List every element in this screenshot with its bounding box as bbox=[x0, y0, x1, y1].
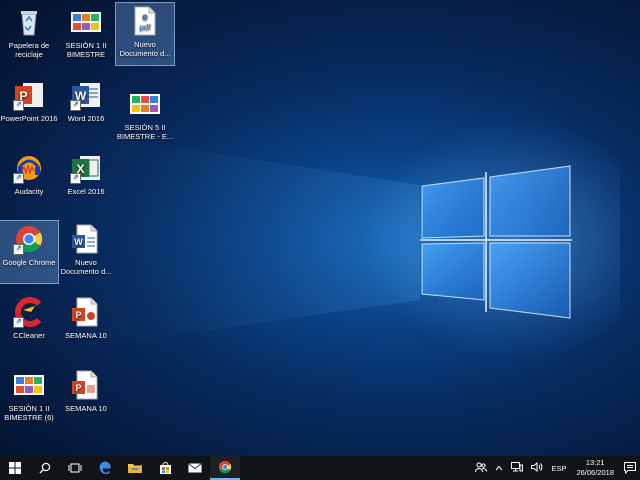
powerpoint-file-icon: P bbox=[70, 296, 102, 328]
desktop-icon-semana-10-b[interactable]: P SEMANA 10 bbox=[57, 367, 115, 429]
desktop-icon-sesion-5[interactable]: SESIÓN 5 II BIMESTRE - E... bbox=[116, 86, 174, 148]
task-view-icon bbox=[68, 463, 82, 473]
volume-icon bbox=[531, 461, 543, 473]
network-icon bbox=[511, 462, 524, 472]
audacity-icon: ↗ bbox=[13, 152, 45, 184]
desktop-icon-google-chrome[interactable]: ↗ Google Chrome bbox=[0, 220, 59, 284]
network-button[interactable] bbox=[507, 462, 527, 474]
desktop-icon-sesion-1[interactable]: SESIÓN 1 II BIMESTRE bbox=[57, 4, 115, 66]
task-view-button[interactable] bbox=[60, 456, 90, 480]
desktop-icon-excel[interactable]: X ↗ Excel 2016 bbox=[57, 150, 115, 212]
image-file-icon bbox=[13, 369, 45, 401]
word-document-icon: W bbox=[70, 223, 102, 255]
ccleaner-icon: ↗ bbox=[13, 296, 45, 328]
svg-text:P: P bbox=[75, 383, 81, 393]
chrome-taskbar-button[interactable] bbox=[210, 456, 240, 480]
desktop-icon-sesion-1-6[interactable]: SESIÓN 1 II BIMESTRE (6) bbox=[0, 367, 58, 429]
people-icon bbox=[475, 462, 488, 473]
powerpoint-icon: P ↗ bbox=[13, 79, 45, 111]
svg-text:pdf: pdf bbox=[139, 23, 151, 32]
mail-icon bbox=[188, 463, 202, 473]
desktop-icon-nuevo-documento-word[interactable]: W Nuevo Documento d... bbox=[57, 221, 115, 283]
word-icon: W ↗ bbox=[70, 79, 102, 111]
store-button[interactable] bbox=[150, 456, 180, 480]
chrome-icon: ↗ bbox=[13, 223, 45, 255]
search-button[interactable] bbox=[30, 456, 60, 480]
desktop-icon-powerpoint[interactable]: P ↗ PowerPoint 2016 bbox=[0, 77, 58, 139]
clock-time: 13:21 bbox=[585, 458, 605, 467]
notification-icon bbox=[624, 462, 636, 474]
start-button[interactable] bbox=[0, 456, 30, 480]
pdf-file-icon: e pdf bbox=[129, 5, 161, 37]
desktop-icon-word[interactable]: W ↗ Word 2016 bbox=[57, 77, 115, 139]
desktop-icon-nuevo-documento-pdf[interactable]: e pdf Nuevo Documento d... bbox=[115, 2, 175, 66]
recycle-bin-icon bbox=[13, 6, 45, 38]
action-center-button[interactable] bbox=[620, 456, 640, 480]
volume-button[interactable] bbox=[527, 461, 547, 474]
desktop-icon-audacity[interactable]: ↗ Audacity bbox=[0, 150, 58, 212]
clock[interactable]: 13:21 26/06/2018 bbox=[570, 458, 620, 478]
edge-icon bbox=[99, 461, 111, 475]
store-icon bbox=[159, 461, 171, 474]
desktop-icon-semana-10-a[interactable]: P SEMANA 10 bbox=[57, 294, 115, 356]
mail-button[interactable] bbox=[180, 456, 210, 480]
desktop-icon-ccleaner[interactable]: ↗ CCleaner bbox=[0, 294, 58, 356]
clock-date: 26/06/2018 bbox=[576, 468, 614, 477]
system-tray: ESP 13:21 26/06/2018 bbox=[471, 456, 640, 480]
start-icon bbox=[9, 462, 21, 474]
svg-text:W: W bbox=[74, 237, 83, 247]
svg-text:e: e bbox=[142, 12, 148, 23]
desktop-icon-recycle-bin[interactable]: Papelera de reciclaje bbox=[0, 4, 58, 66]
people-button[interactable] bbox=[471, 461, 491, 475]
image-file-icon bbox=[70, 6, 102, 38]
chevron-up-icon bbox=[496, 465, 503, 470]
file-explorer-button[interactable] bbox=[120, 456, 150, 480]
image-file-icon bbox=[129, 88, 161, 120]
powerpoint-file-icon: P bbox=[70, 369, 102, 401]
language-indicator[interactable]: ESP bbox=[547, 464, 570, 473]
taskbar: ESP 13:21 26/06/2018 bbox=[0, 456, 640, 480]
search-icon bbox=[39, 462, 51, 474]
chrome-icon bbox=[218, 460, 232, 474]
show-hidden-icons-button[interactable] bbox=[491, 464, 507, 473]
desktop[interactable]: Papelera de reciclaje P ↗ PowerPoint 201… bbox=[0, 0, 640, 456]
excel-icon: X ↗ bbox=[70, 152, 102, 184]
svg-text:P: P bbox=[75, 310, 81, 320]
edge-button[interactable] bbox=[90, 456, 120, 480]
file-explorer-icon bbox=[128, 464, 142, 473]
